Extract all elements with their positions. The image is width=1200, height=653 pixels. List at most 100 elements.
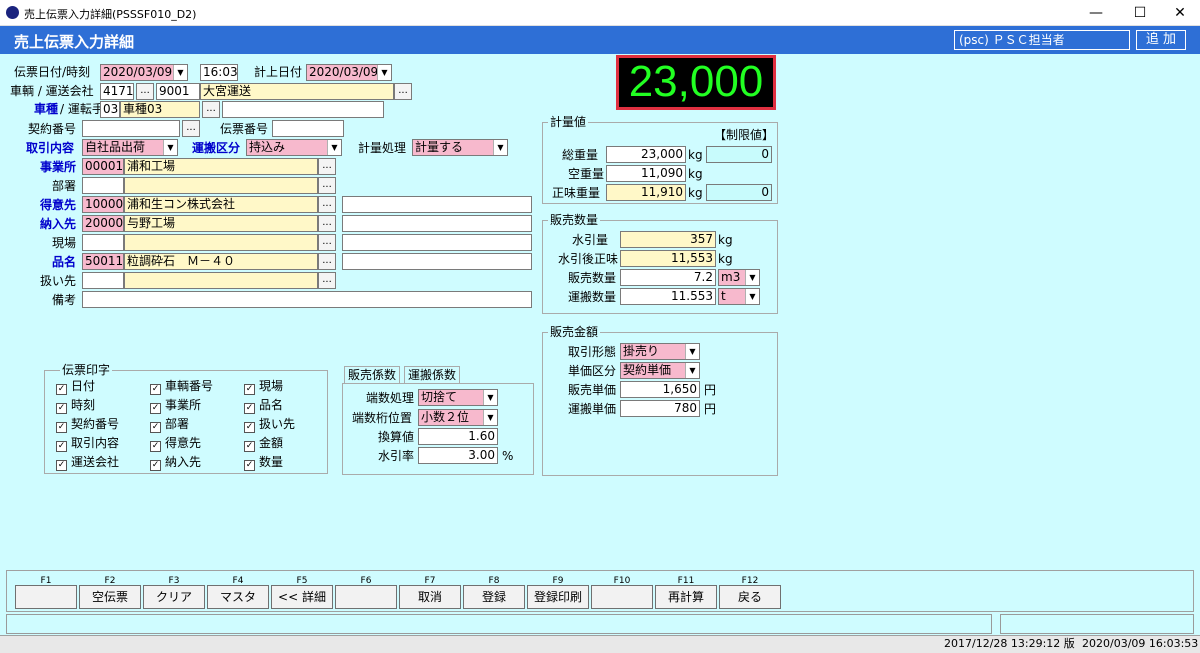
driver-field[interactable] <box>222 101 384 118</box>
print-checkbox-item[interactable]: ✓ 車輌番号 <box>150 378 213 395</box>
handler-code-field[interactable] <box>82 272 124 289</box>
print-checkbox-item[interactable]: ✓ 品名 <box>244 397 283 414</box>
product-name-field[interactable]: 粒調砕石 Ｍ－４０ <box>124 253 318 270</box>
gross-field[interactable]: 23,000 <box>606 146 686 163</box>
checkbox-checked-icon[interactable]: ✓ <box>150 441 161 452</box>
print-checkbox-item[interactable]: ✓ 数量 <box>244 454 283 471</box>
fkey-button-f10[interactable] <box>591 585 653 609</box>
chevron-down-icon[interactable]: ▼ <box>745 289 759 304</box>
site-code-field[interactable] <box>82 234 124 251</box>
carrier-search-button[interactable]: ... <box>394 83 412 100</box>
print-checkbox-item[interactable]: ✓ 扱い先 <box>244 416 295 433</box>
customer-name-field[interactable]: 浦和生コン株式会社 <box>124 196 318 213</box>
chevron-down-icon[interactable]: ▼ <box>163 140 177 155</box>
fkey-button-f8[interactable]: 登録 <box>463 585 525 609</box>
sales-qty-unit-select[interactable]: m3 ▼ <box>718 269 760 286</box>
transport-price-field[interactable]: 780 <box>620 400 700 417</box>
chevron-down-icon[interactable]: ▼ <box>483 410 497 425</box>
office-name-field[interactable]: 浦和工場 <box>124 158 318 175</box>
weigh-process-select[interactable]: 計量する ▼ <box>412 139 508 156</box>
chevron-down-icon[interactable]: ▼ <box>483 390 497 405</box>
unit-price-field[interactable]: 1,650 <box>620 381 700 398</box>
contract-search-button[interactable]: ... <box>182 120 200 137</box>
checkbox-checked-icon[interactable]: ✓ <box>56 384 67 395</box>
fkey-button-f5[interactable]: << 詳細 <box>271 585 333 609</box>
chevron-down-icon[interactable]: ▼ <box>685 344 699 359</box>
checkbox-checked-icon[interactable]: ✓ <box>244 422 255 433</box>
checkbox-checked-icon[interactable]: ✓ <box>150 460 161 471</box>
print-checkbox-item[interactable]: ✓ 得意先 <box>150 435 201 452</box>
dept-code-field[interactable] <box>82 177 124 194</box>
price-type-select[interactable]: 契約単価 ▼ <box>620 362 700 379</box>
checkbox-checked-icon[interactable]: ✓ <box>56 422 67 433</box>
chevron-down-icon[interactable]: ▼ <box>745 270 759 285</box>
product-search-button[interactable]: ... <box>318 253 336 270</box>
tab-sales-factor[interactable]: 販売係数 <box>344 366 401 384</box>
close-button[interactable]: ✕ <box>1160 0 1200 26</box>
checkbox-checked-icon[interactable]: ✓ <box>150 384 161 395</box>
print-checkbox-item[interactable]: ✓ 日付 <box>56 378 95 395</box>
vehicle-search-button[interactable]: ... <box>136 83 154 100</box>
tare-field[interactable]: 11,090 <box>606 165 686 182</box>
checkbox-checked-icon[interactable]: ✓ <box>150 422 161 433</box>
fkey-button-f12[interactable]: 戻る <box>719 585 781 609</box>
carrier-name-field[interactable]: 大宮運送 <box>200 83 394 100</box>
minimize-button[interactable]: — <box>1076 0 1116 26</box>
fkey-button-f6[interactable] <box>335 585 397 609</box>
handler-search-button[interactable]: ... <box>318 272 336 289</box>
dept-search-button[interactable]: ... <box>318 177 336 194</box>
transaction-select[interactable]: 自社品出荷 ▼ <box>82 139 178 156</box>
tab-transport-factor[interactable]: 運搬係数 <box>404 366 461 384</box>
print-checkbox-item[interactable]: ✓ 運送会社 <box>56 454 119 471</box>
fkey-button-f1[interactable] <box>15 585 77 609</box>
print-checkbox-item[interactable]: ✓ 納入先 <box>150 454 201 471</box>
print-checkbox-item[interactable]: ✓ 現場 <box>244 378 283 395</box>
digit-select[interactable]: 小数２位 ▼ <box>418 409 498 426</box>
checkbox-checked-icon[interactable]: ✓ <box>244 441 255 452</box>
round-select[interactable]: 切捨て ▼ <box>418 389 498 406</box>
office-search-button[interactable]: ... <box>318 158 336 175</box>
print-checkbox-item[interactable]: ✓ 部署 <box>150 416 189 433</box>
site-extra-field[interactable] <box>342 234 532 251</box>
water-rate-field[interactable]: 3.00 <box>418 447 498 464</box>
slip-date-field[interactable]: 2020/03/09 ▼ <box>100 64 188 81</box>
checkbox-checked-icon[interactable]: ✓ <box>150 403 161 414</box>
memo-field[interactable] <box>82 291 532 308</box>
dept-name-field[interactable] <box>124 177 318 194</box>
checkbox-checked-icon[interactable]: ✓ <box>244 384 255 395</box>
vehicle-type-search-button[interactable]: ... <box>202 101 220 118</box>
checkbox-checked-icon[interactable]: ✓ <box>56 441 67 452</box>
print-checkbox-item[interactable]: ✓ 時刻 <box>56 397 95 414</box>
print-checkbox-item[interactable]: ✓ 取引内容 <box>56 435 119 452</box>
print-checkbox-item[interactable]: ✓ 金額 <box>244 435 283 452</box>
product-code-field[interactable]: 50011 <box>82 253 124 270</box>
conv-field[interactable]: 1.60 <box>418 428 498 445</box>
vehicle-no-field[interactable]: 4171 <box>100 83 134 100</box>
calc-date-field[interactable]: 2020/03/09 ▼ <box>306 64 392 81</box>
customer-extra-field[interactable] <box>342 196 532 213</box>
print-checkbox-item[interactable]: ✓ 事業所 <box>150 397 201 414</box>
fkey-button-f9[interactable]: 登録印刷 <box>527 585 589 609</box>
checkbox-checked-icon[interactable]: ✓ <box>56 460 67 471</box>
delivery-name-field[interactable]: 与野工場 <box>124 215 318 232</box>
chevron-down-icon[interactable]: ▼ <box>377 65 391 80</box>
checkbox-checked-icon[interactable]: ✓ <box>244 460 255 471</box>
customer-search-button[interactable]: ... <box>318 196 336 213</box>
chevron-down-icon[interactable]: ▼ <box>327 140 341 155</box>
transport-qty-field[interactable]: 11.553 <box>620 288 716 305</box>
chevron-down-icon[interactable]: ▼ <box>685 363 699 378</box>
site-name-field[interactable] <box>124 234 318 251</box>
fkey-button-f3[interactable]: クリア <box>143 585 205 609</box>
carrier-code-field[interactable]: 9001 <box>156 83 200 100</box>
water-amount-field[interactable]: 357 <box>620 231 716 248</box>
transport-type-select[interactable]: 持込み ▼ <box>246 139 342 156</box>
delivery-search-button[interactable]: ... <box>318 215 336 232</box>
print-checkbox-item[interactable]: ✓ 契約番号 <box>56 416 119 433</box>
vehicle-type-name-field[interactable]: 車種03 <box>120 101 200 118</box>
maximize-button[interactable]: ☐ <box>1120 0 1160 26</box>
transport-qty-unit-select[interactable]: t ▼ <box>718 288 760 305</box>
fkey-button-f4[interactable]: マスタ <box>207 585 269 609</box>
slip-no-field[interactable] <box>272 120 344 137</box>
checkbox-checked-icon[interactable]: ✓ <box>244 403 255 414</box>
chevron-down-icon[interactable]: ▼ <box>173 65 187 80</box>
